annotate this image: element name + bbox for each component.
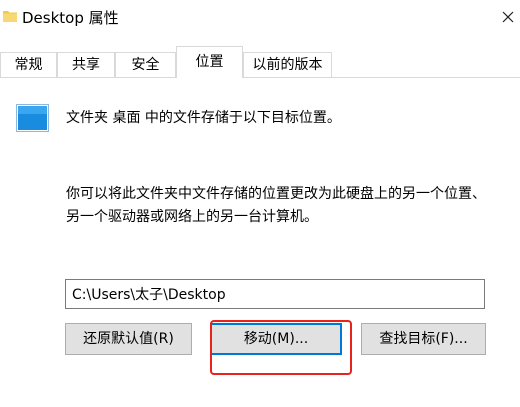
location-path-input[interactable] (65, 279, 485, 309)
folder-icon (3, 10, 17, 22)
close-button[interactable] (495, 0, 520, 34)
title-bar: Desktop 属性 (0, 0, 520, 38)
location-tab-pane: 文件夹 桌面 中的文件存储于以下目标位置。 你可以将此文件夹中文件存储的位置更改… (0, 77, 520, 407)
tab-strip: 常规 共享 安全 位置 以前的版本 (0, 46, 520, 78)
desktop-icon (16, 104, 49, 132)
tab-security[interactable]: 安全 (115, 52, 176, 77)
close-icon (502, 11, 513, 23)
location-intro-text: 文件夹 桌面 中的文件存储于以下目标位置。 (66, 110, 341, 126)
window-title: Desktop 属性 (22, 9, 119, 27)
tab-location[interactable]: 位置 (176, 46, 243, 78)
find-target-button[interactable]: 查找目标(F)... (361, 323, 486, 355)
location-description-text: 你可以将此文件夹中文件存储的位置更改为此硬盘上的另一个位置、另一个驱动器或网络上… (66, 186, 486, 225)
restore-default-button[interactable]: 还原默认值(R) (65, 323, 192, 355)
move-button[interactable]: 移动(M)... (210, 323, 342, 355)
tab-general[interactable]: 常规 (0, 52, 57, 77)
tab-sharing[interactable]: 共享 (57, 52, 115, 77)
tab-previous-versions[interactable]: 以前的版本 (243, 52, 332, 77)
